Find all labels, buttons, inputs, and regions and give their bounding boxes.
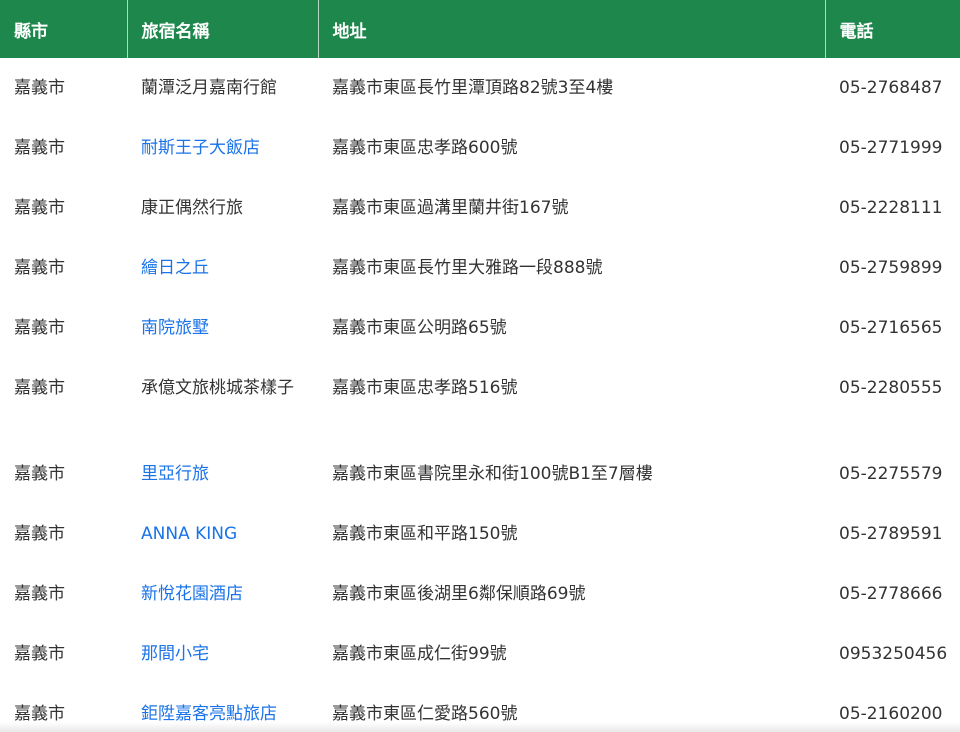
table-row: 嘉義市 康正偶然行旅 嘉義市東區過溝里蘭井街167號 05-2228111 — [0, 178, 960, 238]
cell-city: 嘉義市 — [14, 78, 65, 98]
hotel-name-link[interactable]: 南院旅墅 — [141, 318, 209, 338]
cell-city: 嘉義市 — [14, 258, 65, 278]
cell-phone: 05-2768487 — [839, 78, 943, 98]
cell-address: 嘉義市東區後湖里6鄰保順路69號 — [332, 584, 586, 604]
cell-name: 里亞行旅 — [127, 444, 318, 504]
cell-name: 蘭潭泛月嘉南行館 — [141, 78, 277, 98]
cell-phone: 05-2275579 — [839, 464, 943, 484]
cell-city: 嘉義市 — [14, 318, 65, 338]
cell-name: 南院旅墅 — [127, 298, 318, 358]
cell-name: 耐斯王子大飯店 — [127, 118, 318, 178]
header-phone: 電話 — [825, 0, 960, 58]
table-row: 嘉義市 那間小宅 嘉義市東區成仁街99號 0953250456 — [0, 624, 960, 684]
cell-address: 嘉義市東區書院里永和街100號B1至7層樓 — [332, 464, 653, 484]
table-row: 嘉義市 承億文旅桃城茶樣子 嘉義市東區忠孝路516號 05-2280555 — [0, 358, 960, 444]
table-row: 嘉義市 ANNA KING 嘉義市東區和平路150號 05-2789591 — [0, 504, 960, 564]
table-row: 嘉義市 耐斯王子大飯店 嘉義市東區忠孝路600號 05-2771999 — [0, 118, 960, 178]
cell-phone: 05-2228111 — [839, 198, 943, 218]
header-row: 縣市 旅宿名稱 地址 電話 — [0, 0, 960, 58]
cell-city: 嘉義市 — [14, 644, 65, 664]
cell-city: 嘉義市 — [14, 378, 65, 398]
cell-name: 承億文旅桃城茶樣子 — [141, 378, 294, 398]
hotel-name-link[interactable]: 那間小宅 — [141, 644, 209, 664]
cell-name: 新悅花園酒店 — [127, 564, 318, 624]
cell-address: 嘉義市東區忠孝路516號 — [332, 378, 518, 398]
cell-name: ANNA KING — [127, 504, 318, 564]
header-city: 縣市 — [0, 0, 128, 58]
table-row: 嘉義市 新悅花園酒店 嘉義市東區後湖里6鄰保順路69號 05-2778666 — [0, 564, 960, 624]
cell-name: 繪日之丘 — [127, 238, 318, 298]
cell-phone: 05-2789591 — [839, 524, 943, 544]
hotel-name-link[interactable]: ANNA KING — [141, 524, 237, 544]
cell-name: 康正偶然行旅 — [141, 198, 243, 218]
cell-city: 嘉義市 — [14, 524, 65, 544]
cell-address: 嘉義市東區長竹里大雅路一段888號 — [332, 258, 603, 278]
cell-city: 嘉義市 — [14, 138, 65, 158]
header-name: 旅宿名稱 — [127, 0, 319, 58]
cell-city: 嘉義市 — [14, 584, 65, 604]
table-header: 縣市 旅宿名稱 地址 電話 — [0, 0, 960, 58]
cell-address: 嘉義市東區長竹里潭頂路82號3至4樓 — [332, 78, 614, 98]
hotel-name-link[interactable]: 鉅陞嘉客亮點旅店 — [141, 704, 277, 724]
hotel-table: 縣市 旅宿名稱 地址 電話 嘉義市 蘭潭泛月嘉南行館 嘉義市東區長竹里潭頂路82… — [0, 0, 960, 732]
cell-phone: 05-2280555 — [839, 378, 943, 398]
cell-address: 嘉義市東區公明路65號 — [332, 318, 507, 338]
cell-phone: 05-2759899 — [839, 258, 943, 278]
hotel-name-link[interactable]: 新悅花園酒店 — [141, 584, 243, 604]
table-row: 嘉義市 南院旅墅 嘉義市東區公明路65號 05-2716565 — [0, 298, 960, 358]
cell-city: 嘉義市 — [14, 464, 65, 484]
cell-name: 那間小宅 — [127, 624, 318, 684]
scroll-fade — [0, 722, 960, 732]
hotel-name-link[interactable]: 繪日之丘 — [141, 258, 209, 278]
cell-address: 嘉義市東區成仁街99號 — [332, 644, 507, 664]
cell-address: 嘉義市東區過溝里蘭井街167號 — [332, 198, 569, 218]
table-body: 嘉義市 蘭潭泛月嘉南行館 嘉義市東區長竹里潭頂路82號3至4樓 05-27684… — [0, 58, 960, 732]
header-address: 地址 — [318, 0, 826, 58]
cell-phone: 05-2716565 — [839, 318, 943, 338]
cell-phone: 05-2778666 — [839, 584, 943, 604]
cell-address: 嘉義市東區忠孝路600號 — [332, 138, 518, 158]
cell-address: 嘉義市東區和平路150號 — [332, 524, 518, 544]
cell-phone: 05-2771999 — [839, 138, 943, 158]
hotel-name-link[interactable]: 里亞行旅 — [141, 464, 209, 484]
table-row: 嘉義市 里亞行旅 嘉義市東區書院里永和街100號B1至7層樓 05-227557… — [0, 444, 960, 504]
hotel-name-link[interactable]: 耐斯王子大飯店 — [141, 138, 260, 158]
cell-phone: 0953250456 — [839, 644, 948, 664]
table-row: 嘉義市 繪日之丘 嘉義市東區長竹里大雅路一段888號 05-2759899 — [0, 238, 960, 298]
table-row: 嘉義市 蘭潭泛月嘉南行館 嘉義市東區長竹里潭頂路82號3至4樓 05-27684… — [0, 58, 960, 118]
cell-city: 嘉義市 — [14, 198, 65, 218]
